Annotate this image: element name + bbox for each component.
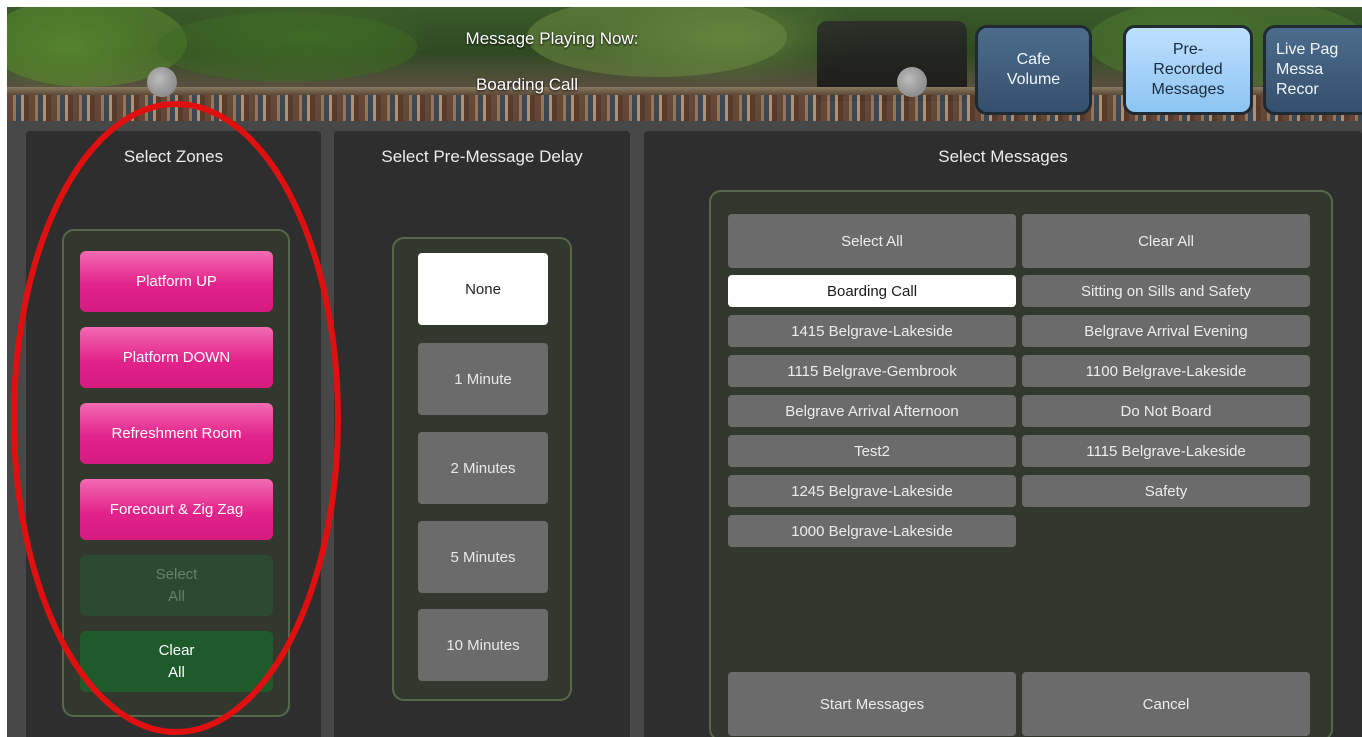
messages-panel: Select Messages Select All Clear All Boa… [644, 131, 1362, 737]
zones-panel: Select Zones Platform UP Platform DOWN R… [26, 131, 321, 737]
app-window: Message Playing Now: Boarding Call Cafe … [7, 7, 1362, 737]
message-item[interactable]: Safety [1022, 475, 1310, 507]
zones-title: Select Zones [123, 147, 224, 166]
tab-pre-recorded-messages[interactable]: Pre- Recorded Messages [1123, 25, 1253, 115]
start-messages-button[interactable]: Start Messages [728, 672, 1016, 736]
banner-foliage [157, 12, 417, 82]
delay-2-minutes-button[interactable]: 2 Minutes [418, 432, 548, 504]
zones-group: Platform UP Platform DOWN Refreshment Ro… [62, 229, 290, 717]
message-item[interactable]: Belgrave Arrival Afternoon [728, 395, 1016, 427]
delay-title: Select Pre-Message Delay [381, 147, 583, 166]
delay-1-minute-button[interactable]: 1 Minute [418, 343, 548, 415]
cancel-button[interactable]: Cancel [1022, 672, 1310, 736]
message-item[interactable]: Sitting on Sills and Safety [1022, 275, 1310, 307]
message-item[interactable]: 1415 Belgrave-Lakeside [728, 315, 1016, 347]
message-item[interactable]: 1100 Belgrave-Lakeside [1022, 355, 1310, 387]
now-playing-value: Boarding Call [475, 75, 579, 94]
message-item[interactable]: 1115 Belgrave-Lakeside [1022, 435, 1310, 467]
messages-group: Select All Clear All Boarding Call 1415 … [709, 190, 1333, 737]
delay-group: None 1 Minute 2 Minutes 5 Minutes 10 Min… [392, 237, 572, 701]
zone-refreshment-room-button[interactable]: Refreshment Room [80, 403, 273, 464]
delay-5-minutes-button[interactable]: 5 Minutes [418, 521, 548, 593]
messages-select-all-button[interactable]: Select All [728, 214, 1016, 268]
message-item[interactable]: Do Not Board [1022, 395, 1310, 427]
tab-cafe-volume[interactable]: Cafe Volume [975, 25, 1092, 115]
speaker-icon [897, 67, 927, 97]
message-item[interactable]: Boarding Call [728, 275, 1016, 307]
message-item[interactable]: 1000 Belgrave-Lakeside [728, 515, 1016, 547]
delay-panel: Select Pre-Message Delay None 1 Minute 2… [334, 131, 630, 737]
message-item[interactable]: Test2 [728, 435, 1016, 467]
message-item[interactable]: Belgrave Arrival Evening [1022, 315, 1310, 347]
zones-clear-all-button[interactable]: Clear All [80, 631, 273, 692]
zone-forecourt-zig-zag-button[interactable]: Forecourt & Zig Zag [80, 479, 273, 540]
message-item[interactable]: 1115 Belgrave-Gembrook [728, 355, 1016, 387]
tab-live-page-message-record[interactable]: Live Pag Messa Recor [1263, 25, 1362, 115]
zone-platform-down-button[interactable]: Platform DOWN [80, 327, 273, 388]
now-playing-label: Message Playing Now: [465, 29, 639, 48]
zone-platform-up-button[interactable]: Platform UP [80, 251, 273, 312]
delay-10-minutes-button[interactable]: 10 Minutes [418, 609, 548, 681]
delay-none-button[interactable]: None [418, 253, 548, 325]
header-banner: Message Playing Now: Boarding Call Cafe … [7, 7, 1362, 121]
messages-title: Select Messages [938, 147, 1068, 166]
speaker-icon [147, 67, 177, 97]
messages-clear-all-button[interactable]: Clear All [1022, 214, 1310, 268]
zones-select-all-button[interactable]: Select All [80, 555, 273, 616]
message-item[interactable]: 1245 Belgrave-Lakeside [728, 475, 1016, 507]
